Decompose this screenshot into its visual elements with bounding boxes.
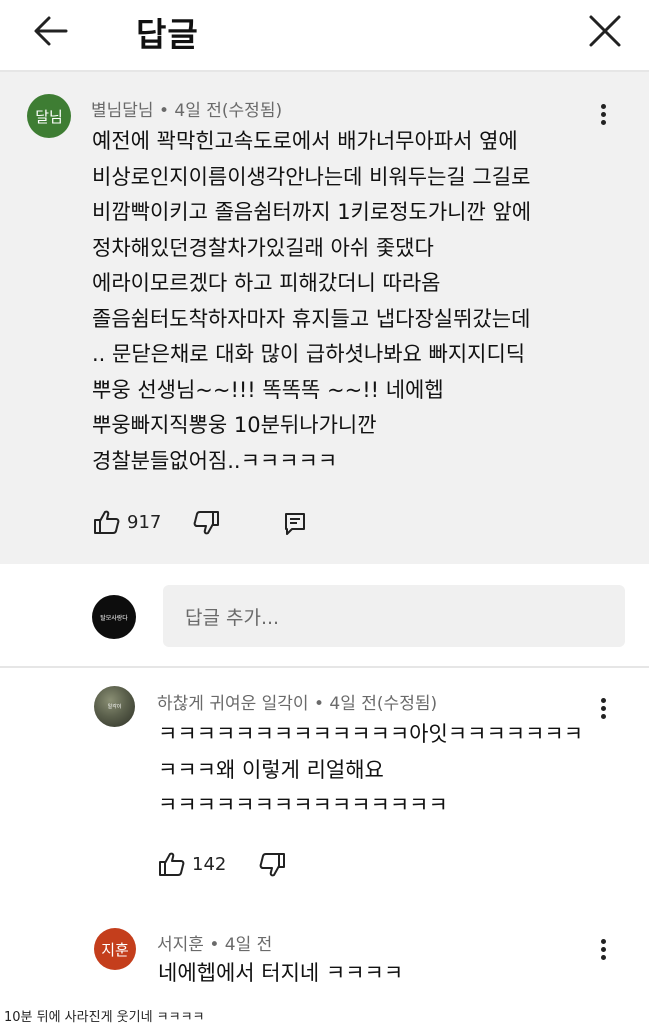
more-options-button[interactable] — [597, 698, 609, 722]
reply-meta: 서지훈 • 4일 전 — [157, 930, 272, 955]
more-options-button[interactable] — [597, 104, 609, 128]
like-count: 917 — [127, 511, 162, 533]
reply-meta: 하찮게 귀여운 일각이 • 4일 전(수정됨) — [157, 689, 437, 714]
reply-author[interactable]: 서지훈 — [157, 935, 204, 955]
meta-separator: • — [158, 101, 175, 121]
section-divider — [0, 666, 649, 668]
reply-author[interactable]: 하찮게 귀여운 일각이 — [157, 694, 309, 714]
page-title: 답글 — [136, 15, 199, 54]
reply-line: ㅋㅋㅋㅋㅋㅋㅋㅋㅋㅋㅋㅋㅋㅋㅋ — [158, 793, 448, 817]
comment-line: 졸음쉼터도착하자마자 휴지들고 냅다장실뛰갔는데 — [92, 306, 531, 331]
avatar[interactable]: 지훈 — [94, 928, 136, 970]
reply-line: 네에헵에서 터지네 ㅋㅋㅋㅋ — [158, 961, 404, 985]
reply-time: 4일 전 — [224, 935, 273, 955]
comment-line: 뿌웅 선생님~~!!! 똑똑똑 ~~!! 네에헵 — [92, 377, 444, 402]
close-x-icon — [589, 15, 621, 47]
comment-line: 정차해있던경찰차가있길래 아쉬 좇댔다 — [92, 235, 434, 260]
comment-author[interactable]: 별님달님 — [91, 101, 154, 121]
close-button[interactable] — [586, 12, 624, 50]
more-options-button[interactable] — [597, 939, 609, 963]
thumbs-down-icon — [259, 853, 285, 877]
meta-separator: • — [313, 694, 330, 714]
avatar[interactable]: 달님 — [27, 94, 71, 138]
reply-line: ㅋㅋㅋㅋㅋㅋㅋㅋㅋㅋㅋㅋㅋ아잇ㅋㅋㅋㅋㅋㅋㅋ — [158, 722, 584, 746]
caption-text: 10분 뒤에 사라진게 웃기네 ㅋㅋㅋㅋ — [4, 1010, 205, 1025]
like-button[interactable]: 142 — [158, 851, 226, 877]
thumbs-down-icon — [193, 511, 219, 535]
like-count: 142 — [192, 853, 227, 875]
meta-separator: • — [209, 935, 225, 955]
like-button[interactable]: 917 — [93, 509, 161, 535]
back-button[interactable] — [30, 12, 72, 50]
comment-line: 경찰분들없어짐..ㅋㅋㅋㅋㅋ — [92, 448, 338, 473]
comment-icon — [285, 513, 305, 535]
comment-line: 뿌웅빠지직뽕웅 10분뒤나가니깐 — [92, 413, 377, 437]
reply-text: 네에헵에서 터지네 ㅋㅋㅋㅋ — [158, 956, 403, 992]
avatar[interactable]: 일각이 — [94, 686, 135, 727]
thumbs-up-icon — [159, 852, 185, 876]
reply-button[interactable] — [284, 512, 306, 536]
comment-line: 비상로인지이름이생각안나는데 비워두는길 그길로 — [92, 164, 531, 189]
reply-placeholder: 답글 추가... — [185, 607, 280, 629]
reply-input[interactable]: 답글 추가... — [163, 585, 625, 647]
reply-line: ㅋㅋㅋ왜 이렇게 리얼해요 — [158, 757, 384, 782]
comment-line: 에라이모르겠다 하고 피해갔더니 따라옴 — [92, 271, 441, 295]
comment-line: 예전에 꽉막힌고속도로에서 배가너무아파서 옆에 — [92, 129, 518, 153]
thumbs-up-icon — [94, 510, 120, 534]
app-header: 답글 — [0, 0, 649, 66]
reply-time: 4일 전(수정됨) — [329, 694, 438, 714]
dislike-button[interactable] — [258, 852, 286, 878]
comment-line: 비깜빡이키고 졸음쉼터까지 1키로정도가니깐 앞에 — [92, 200, 532, 224]
comment-text: 예전에 꽉막힌고속도로에서 배가너무아파서 옆에 비상로인지이름이생각안나는데 … — [92, 124, 531, 479]
reply-text: ㅋㅋㅋㅋㅋㅋㅋㅋㅋㅋㅋㅋㅋ아잇ㅋㅋㅋㅋㅋㅋㅋ ㅋㅋㅋ왜 이렇게 리얼해요 ㅋㅋㅋ… — [158, 717, 583, 824]
dislike-button[interactable] — [192, 510, 220, 536]
user-avatar: 탈모사랑다 — [92, 595, 136, 639]
arrow-left-icon — [34, 16, 68, 46]
comment-meta: 별님달님 • 4일 전(수정됨) — [91, 96, 282, 121]
comment-time: 4일 전(수정됨) — [174, 101, 283, 121]
comment-line: .. 문닫은채로 대화 많이 급하셧나봐요 빠지지디딕 — [92, 342, 526, 366]
